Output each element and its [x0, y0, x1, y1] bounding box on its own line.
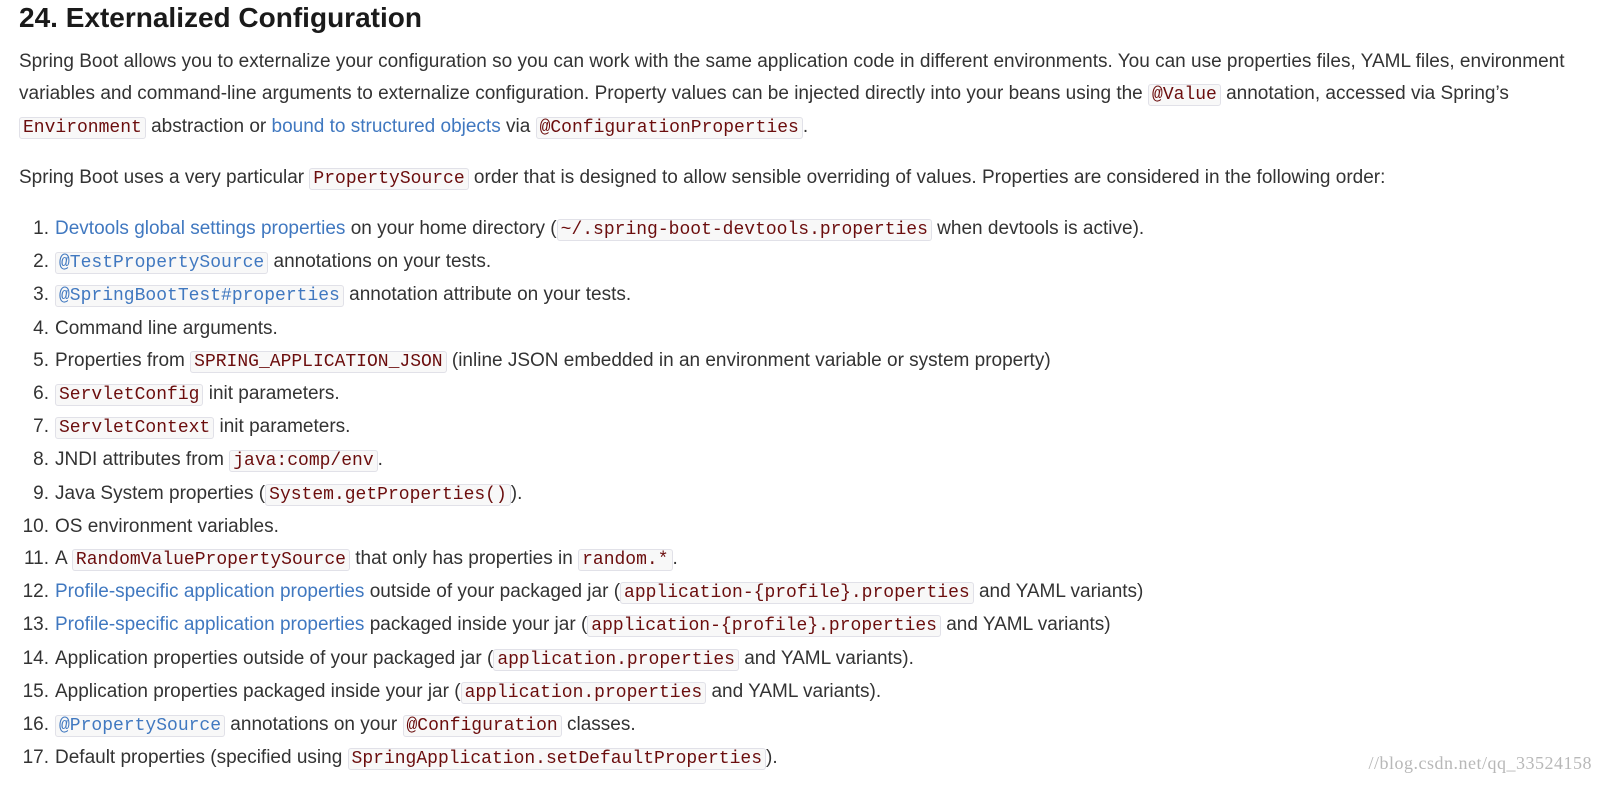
- item-text: packaged inside your jar (: [364, 614, 588, 636]
- list-number: 12.: [22, 581, 49, 603]
- list-item: 8. JNDI attributes from java:comp/env.: [19, 444, 1589, 477]
- list-item: 5. Properties from SPRING_APPLICATION_JSO…: [19, 345, 1589, 378]
- item-text: JNDI attributes from: [55, 449, 230, 471]
- link-code: @PropertySource: [55, 715, 226, 738]
- item-code: SPRING_APPLICATION_JSON: [190, 350, 447, 373]
- item-link[interactable]: Profile-specific application properties: [55, 581, 364, 602]
- item-code: application.properties: [493, 648, 739, 671]
- list-item: 16. @PropertySource annotations on your @…: [19, 709, 1589, 742]
- code-property-source: PropertySource: [309, 168, 469, 190]
- item-code: application.properties: [460, 681, 707, 704]
- item-text: Default properties (specified using: [55, 747, 348, 769]
- list-item: 14. Application properties outside of you…: [19, 643, 1589, 676]
- list-number: 4.: [33, 317, 49, 339]
- item-text: OS environment variables.: [55, 515, 279, 537]
- item-text: Application properties packaged inside y…: [55, 680, 461, 702]
- page-title: 24. Externalized Configuration: [19, 2, 422, 33]
- item-code: RandomValuePropertySource: [71, 549, 350, 572]
- list-number: 10.: [22, 515, 49, 537]
- item-code: ServletContext: [55, 417, 215, 440]
- link-linkcode[interactable]: @SpringBootTest#properties: [55, 284, 344, 308]
- list-number: 8.: [33, 449, 49, 471]
- doc-page: 24. Externalized Configuration Spring Bo…: [19, 0, 1589, 775]
- list-item: 3. @SpringBootTest#properties annotation …: [19, 279, 1589, 312]
- item-code: application-{profile}.properties: [620, 582, 974, 605]
- item-text: that only has properties in: [349, 548, 579, 570]
- intro-paragraph: Spring Boot allows you to externalize yo…: [19, 51, 1565, 139]
- item-code: System.getProperties(): [265, 483, 511, 506]
- item-text: annotation attribute on your tests.: [343, 284, 632, 306]
- item-text: and YAML variants): [940, 614, 1111, 636]
- item-text: ).: [510, 482, 523, 504]
- item-code: SpringApplication.setDefaultProperties: [347, 748, 767, 771]
- list-number: 17.: [22, 747, 49, 769]
- item-code: ~/.spring-boot-devtools.properties: [556, 219, 932, 241]
- list-number: 9.: [33, 482, 49, 504]
- list-item: 12. Profile-specific application properti…: [19, 576, 1589, 609]
- link-code: @SpringBootTest#properties: [55, 285, 344, 308]
- item-text: when devtools is active).: [931, 218, 1145, 239]
- item-code: java:comp/env: [229, 450, 378, 473]
- item-text: init parameters.: [203, 383, 340, 405]
- item-text: and YAML variants).: [706, 680, 882, 702]
- list-number: 3.: [33, 284, 49, 306]
- item-text: Properties from: [55, 349, 191, 371]
- item-link[interactable]: Profile-specific application properties: [55, 614, 364, 635]
- code-environment: Environment: [19, 117, 146, 139]
- item-text: init parameters.: [214, 416, 351, 438]
- list-number: 14.: [22, 647, 49, 669]
- item-text: .: [377, 449, 383, 471]
- list-number: 2.: [33, 251, 49, 273]
- item-text: outside of your packaged jar (: [364, 581, 621, 603]
- list-item: 15. Application properties packaged insid…: [19, 676, 1589, 709]
- item-link[interactable]: Devtools global settings properties: [55, 218, 345, 239]
- list-number: 15.: [22, 680, 49, 702]
- list-item: 2. @TestPropertySource annotations on you…: [19, 246, 1589, 279]
- order-paragraph: Spring Boot uses a very particular Prope…: [19, 167, 1386, 190]
- list-number: 6.: [33, 383, 49, 405]
- list-item: 1. Devtools global settings properties on…: [19, 213, 1589, 246]
- list-item: 6. ServletConfig init parameters.: [19, 378, 1589, 411]
- property-order-list: 1. Devtools global settings properties on…: [19, 213, 1589, 775]
- list-item: 13. Profile-specific application properti…: [19, 609, 1589, 642]
- item-text: Java System properties (: [55, 482, 266, 504]
- item-text: and YAML variants): [973, 581, 1144, 603]
- link-structured-objects[interactable]: bound to structured objects: [272, 116, 501, 137]
- list-item: 17. Default properties (specified using S…: [19, 742, 1589, 775]
- list-number: 5.: [33, 349, 49, 371]
- item-text: and YAML variants).: [738, 647, 914, 669]
- list-item: 10. OS environment variables.: [19, 511, 1589, 543]
- item-text: on your home directory (: [345, 218, 557, 239]
- list-number: 1.: [33, 218, 49, 239]
- list-number: 7.: [33, 416, 49, 438]
- item-text: ).: [766, 747, 778, 769]
- link-code: @TestPropertySource: [55, 252, 269, 275]
- link-linkcode[interactable]: @PropertySource: [55, 714, 226, 738]
- item-code: ServletConfig: [55, 384, 204, 407]
- item-text: .: [672, 548, 678, 570]
- list-number: 11.: [23, 548, 49, 570]
- list-item: 4. Command line arguments.: [19, 313, 1589, 345]
- item-text: classes.: [561, 714, 636, 736]
- code-value: @Value: [1148, 84, 1221, 106]
- item-text: annotations on your: [225, 714, 403, 736]
- item-code: application-{profile}.properties: [587, 615, 941, 638]
- item-code: @Configuration: [402, 715, 562, 738]
- link-linkcode[interactable]: @TestPropertySource: [55, 251, 269, 275]
- list-item: 7. ServletContext init parameters.: [19, 411, 1589, 444]
- list-item: 11. A RandomValuePropertySource that only…: [19, 543, 1589, 576]
- list-item: 9. Java System properties (System.getProp…: [19, 478, 1589, 511]
- item-text: annotations on your tests.: [268, 251, 492, 273]
- code-configuration-properties: @ConfigurationProperties: [535, 117, 803, 139]
- list-number: 13.: [22, 614, 49, 636]
- item-code: random.*: [578, 549, 673, 572]
- list-number: 16.: [22, 714, 49, 736]
- item-text: (inline JSON embedded in an environment …: [446, 349, 1051, 371]
- item-text: Command line arguments.: [55, 317, 278, 339]
- watermark: //blog.csdn.net/qq_33524158: [1368, 753, 1592, 773]
- item-text: A: [55, 548, 72, 570]
- item-text: Application properties outside of your p…: [55, 647, 494, 669]
